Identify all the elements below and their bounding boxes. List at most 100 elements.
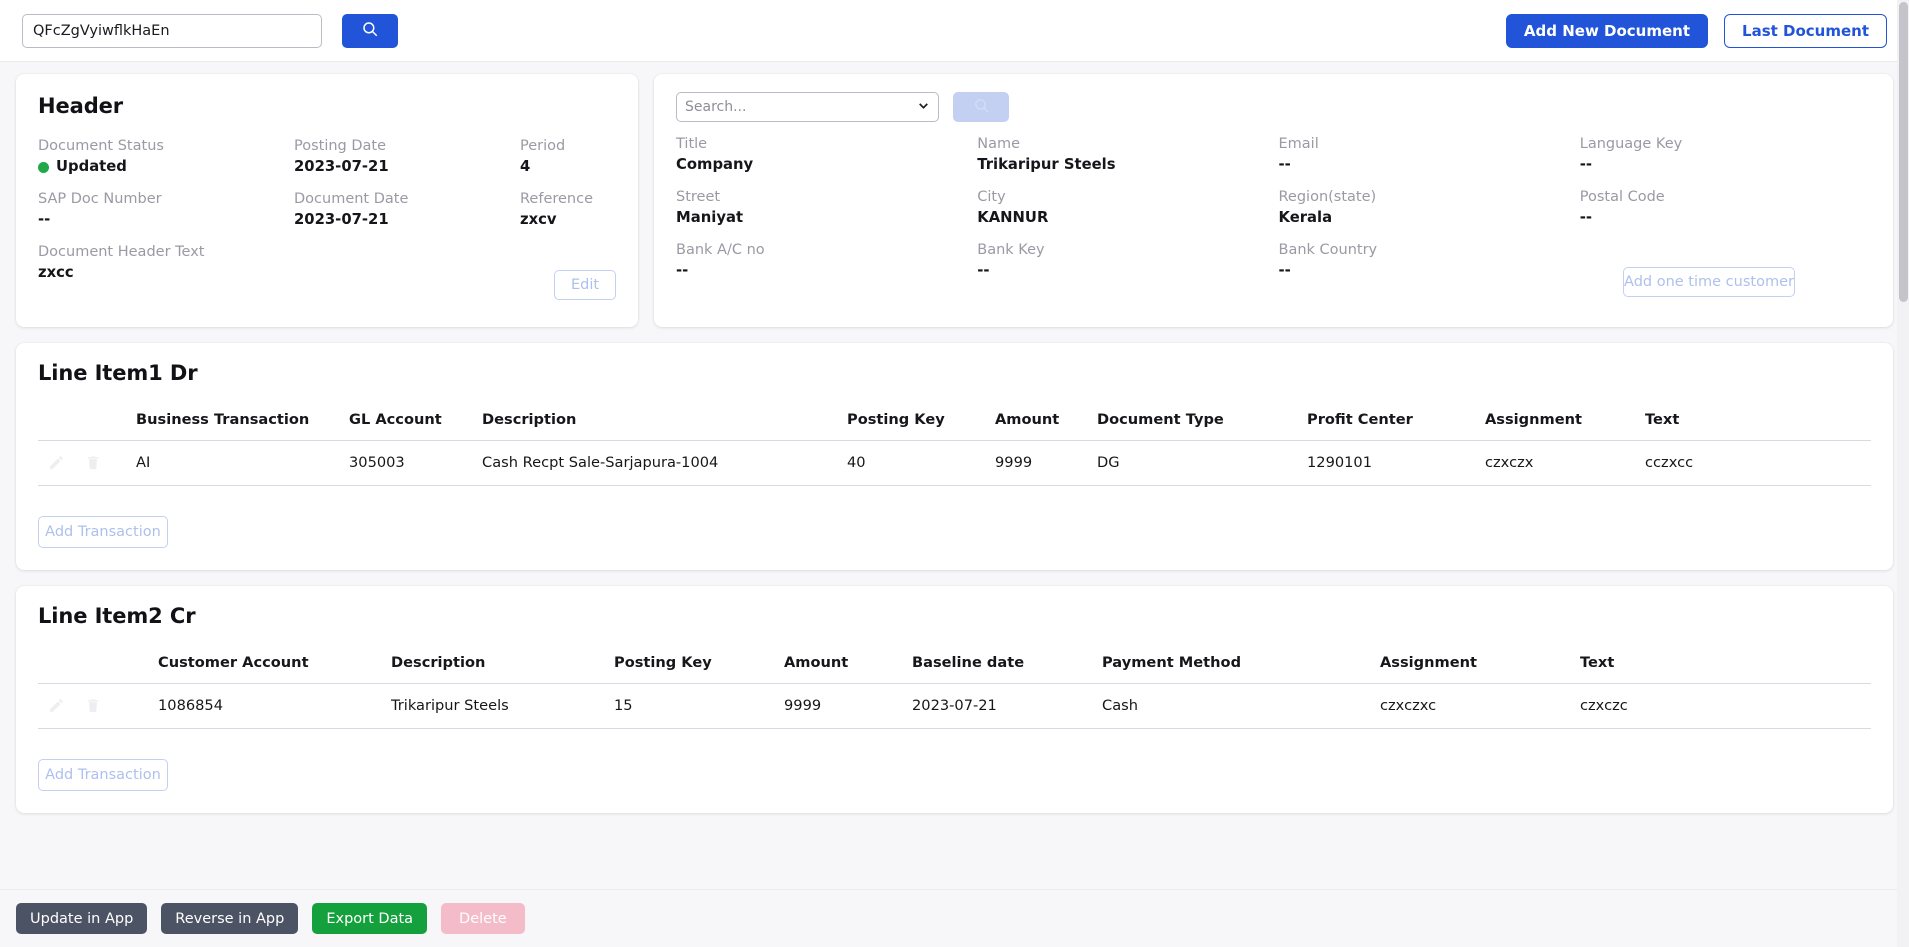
- field-bank-key: Bank Key --: [977, 240, 1268, 293]
- column-description: Description: [391, 654, 614, 684]
- field-value: 2023-07-21: [294, 158, 389, 175]
- header-card-title: Header: [38, 94, 124, 118]
- field-label: Bank A/C no: [676, 242, 765, 258]
- add-one-time-customer-button[interactable]: Add one time customer: [1623, 267, 1795, 297]
- search-icon: [361, 20, 379, 41]
- field-title: Title Company: [676, 134, 967, 187]
- search-button[interactable]: [342, 13, 398, 48]
- column-actions: [38, 654, 158, 684]
- line-item-2-table: Customer Account Description Posting Key…: [38, 654, 1871, 729]
- field-email: Email --: [1279, 134, 1570, 187]
- cell-profit-center: 1290101: [1307, 440, 1485, 486]
- customer-search-button[interactable]: [953, 92, 1009, 122]
- pencil-icon[interactable]: [48, 697, 65, 714]
- customer-search-placeholder: Search...: [685, 99, 747, 115]
- export-data-button[interactable]: Export Data: [312, 903, 428, 934]
- column-text: Text: [1580, 654, 1871, 684]
- column-payment-method: Payment Method: [1102, 654, 1380, 684]
- column-amount: Amount: [995, 411, 1097, 441]
- field-label: Reference: [520, 191, 594, 207]
- field-bank-ac-no: Bank A/C no --: [676, 240, 967, 293]
- search-icon: [973, 97, 990, 117]
- table-header-row: Customer Account Description Posting Key…: [38, 654, 1871, 684]
- cell-posting-key: 15: [614, 683, 784, 729]
- field-street: Street Maniyat: [676, 187, 967, 240]
- status-text: Updated: [56, 158, 127, 175]
- field-label: Period: [520, 138, 566, 154]
- field-value: 2023-07-21: [294, 211, 389, 228]
- update-in-app-button[interactable]: Update in App: [16, 903, 148, 934]
- add-transaction-button-2[interactable]: Add Transaction: [38, 759, 168, 791]
- delete-button[interactable]: Delete: [441, 903, 525, 934]
- table-row: 1086854 Trikaripur Steels 15 9999 2023-0…: [38, 683, 1871, 729]
- add-transaction-button-1[interactable]: Add Transaction: [38, 516, 168, 548]
- column-customer-account: Customer Account: [158, 654, 391, 684]
- trash-icon[interactable]: [85, 697, 101, 714]
- last-document-button[interactable]: Last Document: [1724, 13, 1887, 48]
- field-value: Updated: [38, 156, 284, 178]
- line-item-1-title: Line Item1 Dr: [38, 361, 198, 385]
- field-value: Kerala: [1278, 209, 1333, 226]
- page-scrollbar-thumb[interactable]: [1899, 2, 1908, 302]
- chevron-down-icon: [917, 99, 930, 116]
- cell-description: Trikaripur Steels: [391, 683, 614, 729]
- field-value: zxcv: [520, 211, 557, 228]
- column-document-type: Document Type: [1097, 411, 1307, 441]
- document-search-input[interactable]: [22, 13, 322, 48]
- status-dot-icon: [38, 161, 49, 173]
- field-label: Postal Code: [1579, 189, 1665, 205]
- field-value: --: [38, 211, 51, 228]
- field-document-header-text: Document Header Text zxcc: [38, 242, 284, 295]
- header-fields-grid: Document Status Updated Posting Date 202…: [38, 136, 616, 295]
- column-assignment: Assignment: [1485, 411, 1645, 441]
- field-value: 4: [520, 158, 531, 175]
- page-scrollbar-track[interactable]: [1897, 0, 1909, 947]
- trash-icon[interactable]: [85, 454, 101, 471]
- field-sap-doc-number: SAP Doc Number --: [38, 189, 284, 242]
- field-posting-date: Posting Date 2023-07-21: [294, 136, 510, 189]
- customer-search-row: Search...: [676, 92, 1871, 122]
- field-region-state: Region(state) Kerala: [1279, 187, 1570, 240]
- field-value: Maniyat: [676, 209, 744, 226]
- add-new-document-button[interactable]: Add New Document: [1505, 13, 1709, 48]
- table-row: AI 305003 Cash Recpt Sale-Sarjapura-1004…: [38, 440, 1871, 486]
- line-item-1-table: Business Transaction GL Account Descript…: [38, 411, 1871, 486]
- row-actions-cell: [38, 683, 158, 729]
- field-label: Document Date: [294, 191, 409, 207]
- cell-text: czxczc: [1580, 683, 1871, 729]
- cell-payment-method: Cash: [1102, 683, 1380, 729]
- field-label: Posting Date: [294, 138, 387, 154]
- cell-customer-account: 1086854: [158, 683, 391, 729]
- cell-amount: 9999: [995, 440, 1097, 486]
- field-label: Bank Country: [1278, 242, 1378, 258]
- edit-header-button[interactable]: Edit: [554, 270, 616, 300]
- field-value: --: [977, 262, 990, 279]
- column-profit-center: Profit Center: [1307, 411, 1485, 441]
- cell-assignment: czxczx: [1485, 440, 1645, 486]
- line-item-2-title: Line Item2 Cr: [38, 604, 196, 628]
- summary-cards-row: Header Document Status Updated Posting D…: [0, 62, 1909, 327]
- column-gl-account: GL Account: [349, 411, 482, 441]
- cell-baseline-date: 2023-07-21: [912, 683, 1102, 729]
- field-value: Company: [676, 156, 754, 173]
- field-label: Document Header Text: [38, 244, 205, 260]
- field-value: --: [676, 262, 689, 279]
- field-value: KANNUR: [977, 209, 1049, 226]
- field-label: Email: [1278, 136, 1319, 152]
- reverse-in-app-button[interactable]: Reverse in App: [161, 903, 299, 934]
- line-item-2-card: Line Item2 Cr Customer Account Descripti…: [16, 586, 1893, 813]
- line-item-1-card: Line Item1 Dr Business Transaction GL Ac…: [16, 343, 1893, 570]
- field-label: Region(state): [1278, 189, 1377, 205]
- customer-search-select[interactable]: Search...: [676, 92, 939, 122]
- cell-assignment: czxczxc: [1380, 683, 1580, 729]
- field-label: SAP Doc Number: [38, 191, 162, 207]
- field-label: Bank Key: [977, 242, 1045, 258]
- cell-posting-key: 40: [847, 440, 995, 486]
- field-name: Name Trikaripur Steels: [977, 134, 1268, 187]
- toolbar-actions: Add New Document Last Document: [1505, 13, 1887, 48]
- column-business-transaction: Business Transaction: [136, 411, 349, 441]
- table-header-row: Business Transaction GL Account Descript…: [38, 411, 1871, 441]
- column-baseline-date: Baseline date: [912, 654, 1102, 684]
- pencil-icon[interactable]: [48, 454, 65, 471]
- column-amount: Amount: [784, 654, 912, 684]
